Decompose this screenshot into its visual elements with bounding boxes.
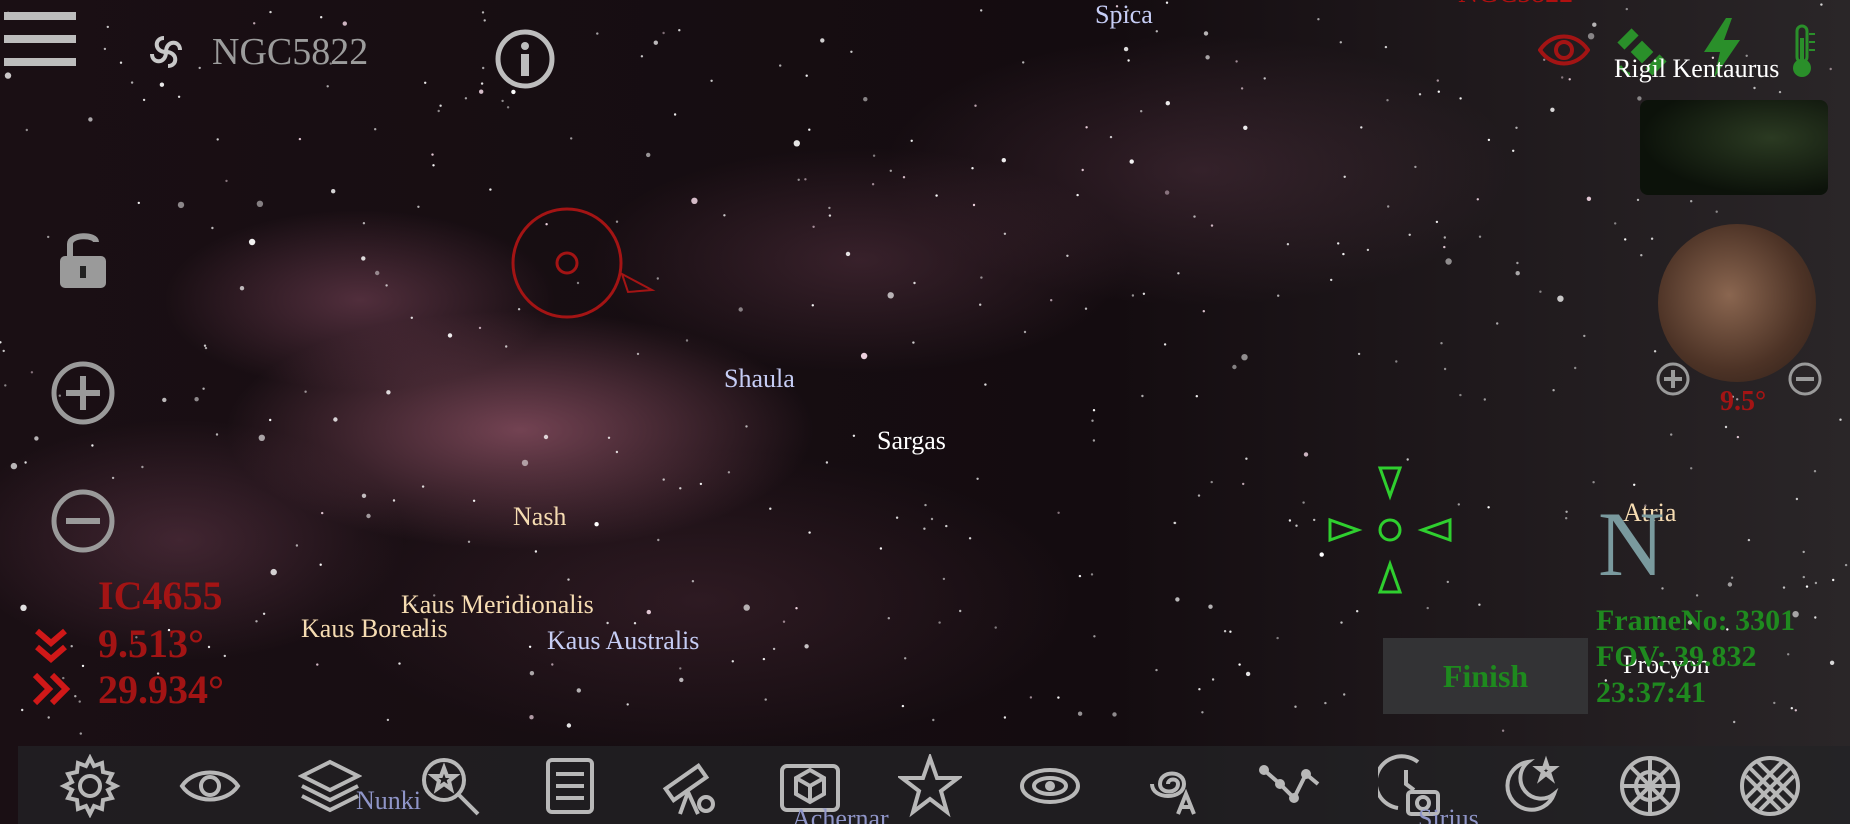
- star-label-kaus-australis[interactable]: Kaus Australis: [547, 626, 699, 656]
- galaxy-icon[interactable]: [1018, 754, 1082, 818]
- zoom-in-icon[interactable]: [50, 360, 116, 426]
- chevron-double-down-icon: [34, 628, 68, 664]
- eye-status-icon[interactable]: [1537, 30, 1591, 70]
- zoom-out-icon[interactable]: [50, 488, 116, 554]
- star-icon[interactable]: [896, 751, 964, 818]
- list-icon[interactable]: [538, 754, 602, 818]
- alt-offset-value: 9.513°: [98, 621, 204, 666]
- star-search-icon[interactable]: [418, 754, 482, 818]
- star-label-kaus-borealis[interactable]: Kaus Borealis: [301, 614, 448, 644]
- camera-preview[interactable]: [1640, 100, 1828, 195]
- time-readout: 23:37:41: [1596, 676, 1706, 709]
- preview-fov-value: 9.5°: [1720, 386, 1767, 417]
- grid-sphere-icon[interactable]: [1618, 754, 1682, 818]
- info-icon[interactable]: [494, 28, 556, 90]
- menu-icon[interactable]: [4, 12, 76, 68]
- thermometer-icon: [1788, 24, 1818, 80]
- galaxy-type-icon: [146, 32, 186, 72]
- star-label-spica[interactable]: Spica: [1095, 0, 1153, 30]
- star-label-shaula[interactable]: Shaula: [724, 364, 795, 394]
- preview-zoom-out-icon[interactable]: [1788, 362, 1822, 396]
- frame-number: FrameNo: 3301: [1596, 604, 1796, 637]
- sky-view[interactable]: NGC5822 NGC5822 Spica Rigil Kentaurus Sh…: [0, 0, 1850, 824]
- target-marker[interactable]: [510, 206, 660, 320]
- star-label-achernar[interactable]: Achernar: [792, 804, 889, 824]
- star-label-sargas[interactable]: Sargas: [877, 426, 946, 456]
- az-offset-value: 29.934°: [98, 667, 224, 712]
- telescope-icon[interactable]: [658, 754, 722, 818]
- compass-direction: N: [1598, 493, 1665, 595]
- top-object-label: NGC5822: [1458, 0, 1573, 10]
- bottom-toolbar: [18, 746, 1850, 824]
- target-name: IC4655: [98, 573, 223, 618]
- star-label-sirius[interactable]: Sirius: [1418, 804, 1479, 824]
- layers-icon[interactable]: [297, 754, 363, 818]
- center-reticle-icon: [1328, 466, 1452, 594]
- eye-icon[interactable]: [178, 754, 242, 818]
- spiral-text-icon[interactable]: [1138, 754, 1202, 818]
- star-label-nunki[interactable]: Nunki: [356, 786, 421, 816]
- preview-zoom-in-icon[interactable]: [1656, 362, 1690, 396]
- settings-icon[interactable]: [58, 753, 122, 819]
- moon-star-icon[interactable]: [1498, 754, 1562, 818]
- chevron-double-right-icon: [32, 672, 72, 706]
- object-preview-disc[interactable]: [1658, 224, 1816, 382]
- unlock-icon[interactable]: [56, 228, 110, 292]
- object-name: NGC5822: [212, 31, 369, 73]
- star-label-nash[interactable]: Nash: [513, 502, 566, 532]
- star-label-rigil-kentaurus[interactable]: Rigil Kentaurus: [1614, 54, 1779, 84]
- globe-grid-icon[interactable]: [1738, 754, 1802, 818]
- finish-button[interactable]: Finish: [1383, 638, 1588, 714]
- fov-readout: FOV: 39.832: [1596, 640, 1757, 673]
- constellation-icon[interactable]: [1258, 754, 1322, 818]
